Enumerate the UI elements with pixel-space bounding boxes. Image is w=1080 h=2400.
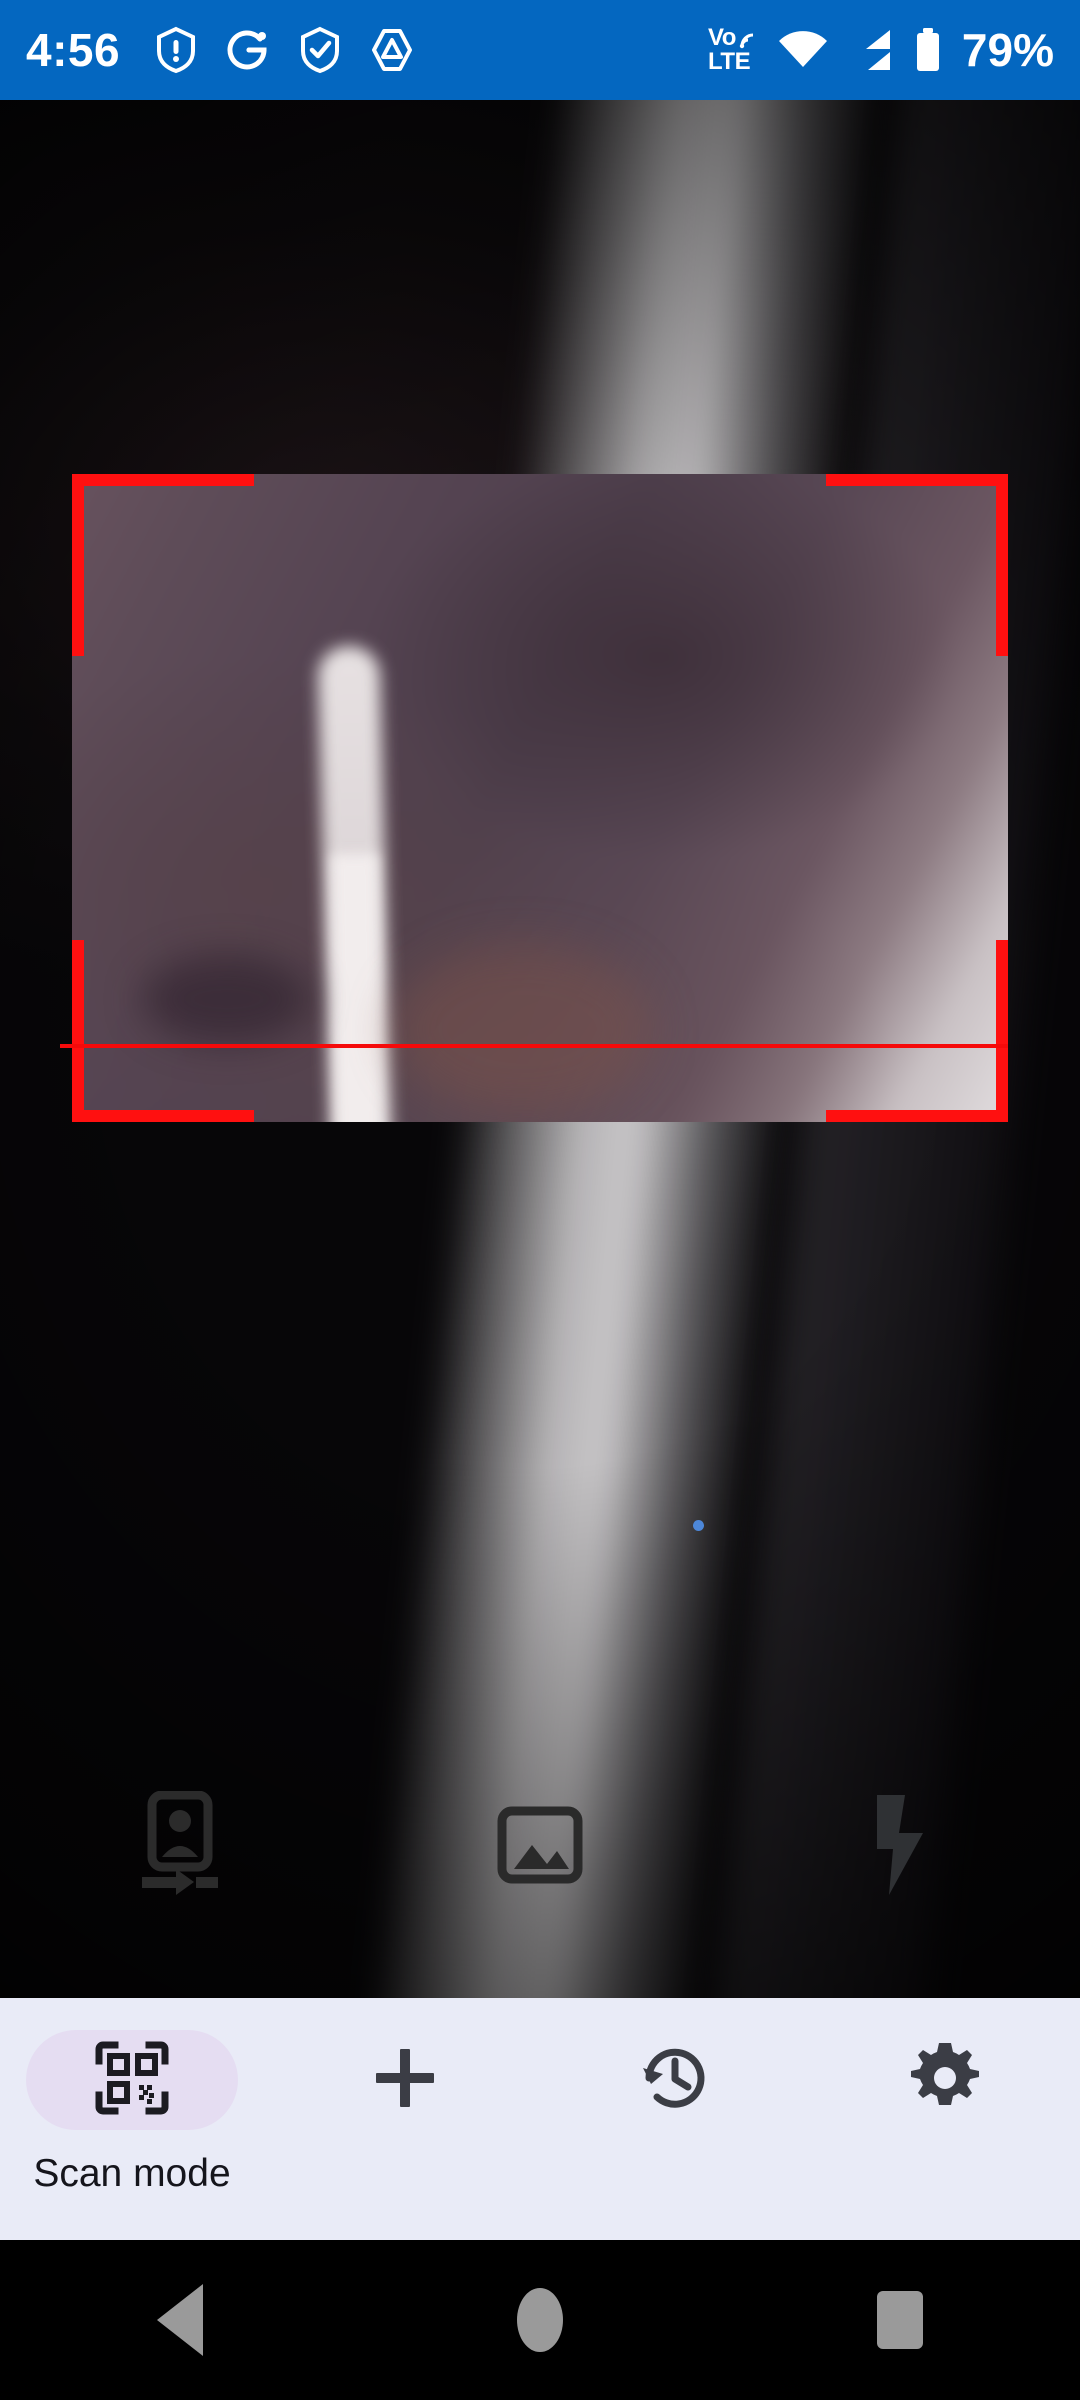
square-icon	[877, 2291, 923, 2349]
flash-button[interactable]	[720, 1770, 1080, 1920]
viewfinder-road-stripe-core	[331, 853, 383, 1122]
switch-camera-button[interactable]	[0, 1770, 360, 1920]
history-button[interactable]	[615, 2020, 735, 2140]
wifi-icon	[777, 29, 829, 71]
settings-button[interactable]	[885, 2020, 1005, 2140]
add-button[interactable]	[345, 2020, 465, 2140]
cellular-signal-icon	[846, 28, 896, 72]
status-bar-clock: 4:56	[26, 24, 121, 76]
scan-mode-button[interactable]: Scan mode	[26, 2030, 238, 2193]
status-bar-right: Vo LTE 79%	[708, 26, 1054, 74]
viewfinder-warm-spot	[392, 944, 652, 1114]
phone-screen: 4:56 Vo LTE 79% Scan mode	[0, 0, 1080, 2400]
volte-icon: Vo LTE	[708, 26, 760, 74]
volte-label-top: Vo	[708, 24, 736, 51]
qr-code-icon	[95, 2041, 169, 2120]
gear-icon	[908, 2041, 982, 2120]
g-circle-icon	[224, 26, 272, 74]
battery-icon	[913, 27, 943, 73]
shield-alert-icon	[154, 26, 198, 74]
viewfinder-corner-top-left	[72, 474, 254, 656]
back-button[interactable]	[80, 2240, 280, 2400]
scan-mode-label: Scan mode	[33, 2152, 231, 2195]
triangle-left-icon	[157, 2284, 203, 2356]
viewfinder-corner-bottom-left	[72, 940, 254, 1122]
history-icon	[639, 2042, 711, 2119]
scan-line	[60, 1044, 1008, 1048]
flash-icon	[869, 1793, 931, 1897]
scan-mode-pill[interactable]	[26, 2030, 238, 2130]
gallery-button[interactable]	[360, 1770, 720, 1920]
status-bar: 4:56 Vo LTE 79%	[0, 0, 1080, 100]
battery-percent-label: 79%	[961, 24, 1054, 76]
android-navigation-bar	[0, 2240, 1080, 2400]
bottom-toolbar: Scan mode	[0, 1998, 1080, 2240]
volte-label-bottom: LTE	[708, 48, 751, 75]
recents-button[interactable]	[800, 2240, 1000, 2400]
camera-overlay-controls	[0, 1770, 1080, 1920]
circle-icon	[517, 2288, 563, 2352]
viewfinder-corner-top-right	[826, 474, 1008, 656]
plus-icon	[372, 2045, 438, 2116]
triangle-hexagon-icon	[368, 26, 416, 74]
viewfinder-corner-bottom-right	[826, 940, 1008, 1122]
switch-camera-icon	[134, 1791, 226, 1899]
focus-indicator-dot	[693, 1520, 704, 1531]
home-button[interactable]	[440, 2240, 640, 2400]
shield-check-icon	[298, 26, 342, 74]
status-bar-left: 4:56	[26, 26, 416, 74]
gallery-icon	[494, 1799, 586, 1891]
